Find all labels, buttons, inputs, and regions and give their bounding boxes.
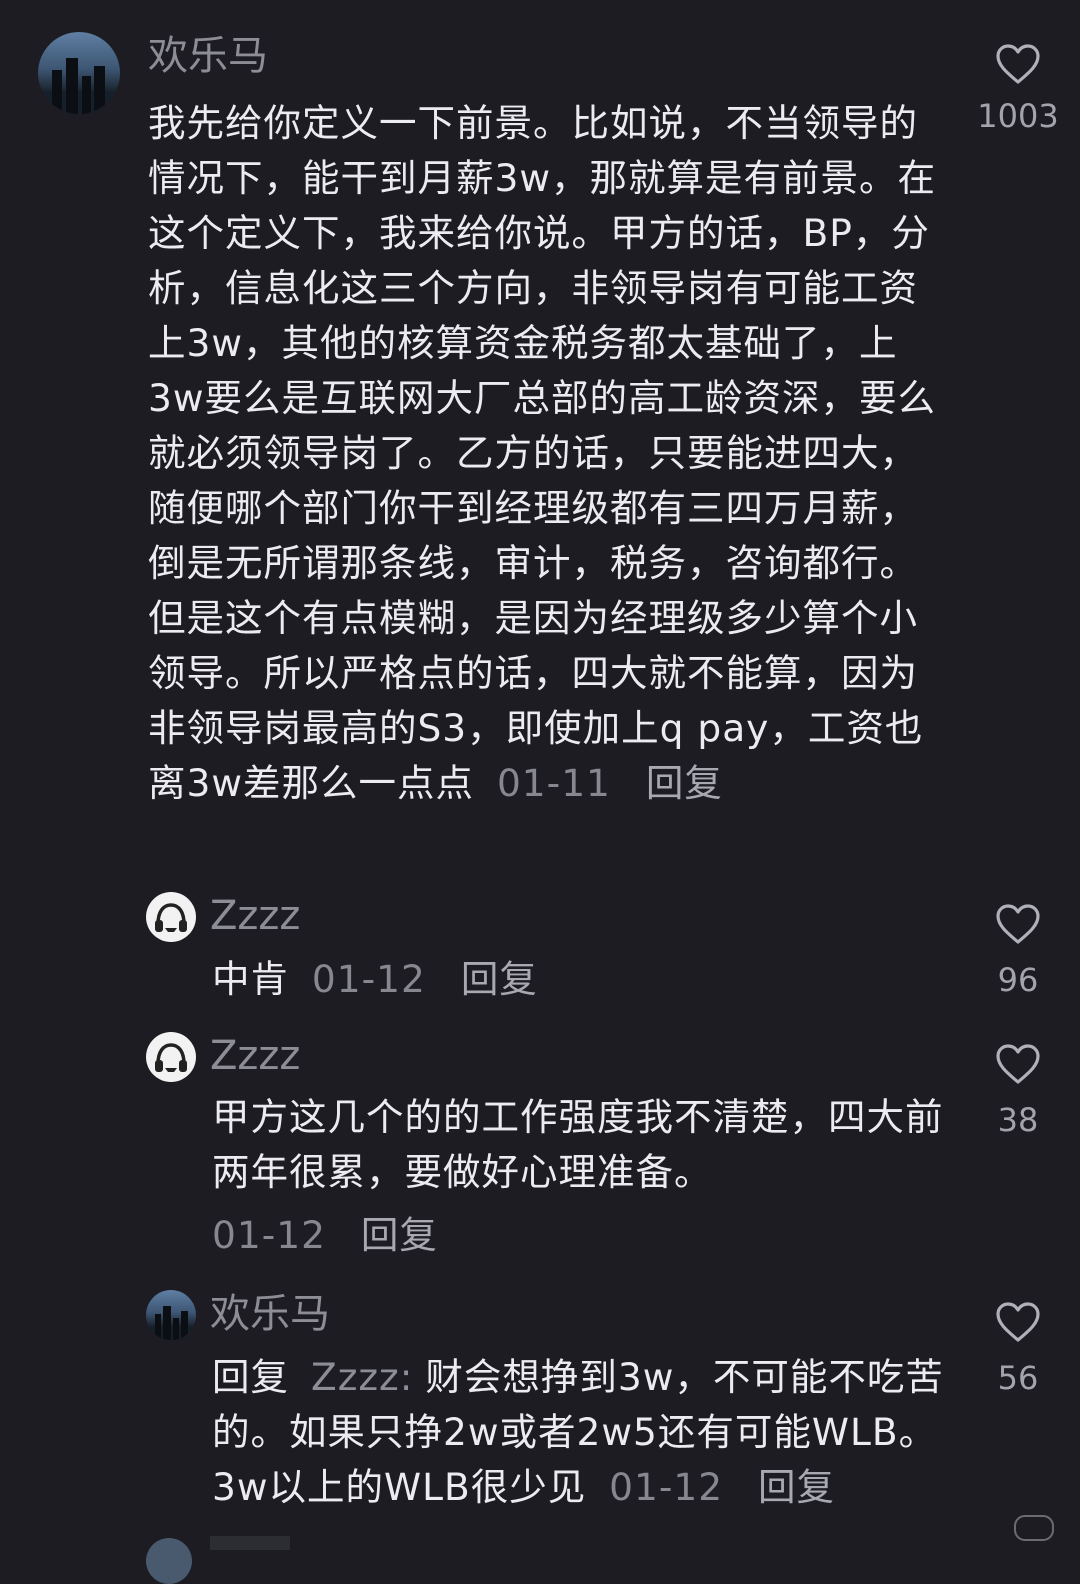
comment-date: 01-12 [311, 957, 426, 1001]
avatar-building [181, 1311, 188, 1340]
avatar[interactable] [146, 892, 196, 942]
avatar[interactable] [146, 1290, 196, 1340]
like-button[interactable]: 56 [973, 1300, 1063, 1398]
like-button[interactable]: 1003 [973, 42, 1063, 136]
avatar-building [82, 76, 91, 114]
avatar[interactable] [38, 32, 120, 114]
comment-date: 01-12 [212, 1213, 326, 1257]
reply-button[interactable]: 回复 [758, 1465, 835, 1509]
headphone-avatar-icon [155, 1043, 187, 1072]
headphone-avatar-icon [155, 903, 187, 932]
comment-text-block[interactable]: 回复 Zzzz: 财会想挣到3w，不可能不吃苦的。如果只挣2w或者2w5还有可能WL… [212, 1350, 952, 1515]
reply-button[interactable]: 回复 [461, 957, 538, 1001]
comment-author[interactable]: 欢乐马 [210, 1290, 330, 1338]
comment-author[interactable]: Zzzz [210, 892, 300, 940]
avatar-building [173, 1318, 179, 1340]
like-count: 1003 [977, 97, 1059, 135]
like-count: 56 [997, 1359, 1039, 1397]
comment-date: 01-12 [609, 1465, 724, 1509]
like-button[interactable]: 38 [973, 1042, 1063, 1140]
like-button[interactable]: 96 [973, 902, 1063, 1000]
comment-author[interactable]: Zzzz [210, 1032, 300, 1080]
watermark-icon [1014, 1515, 1054, 1541]
comment-meta-row: 01-12 回复 [212, 1208, 952, 1263]
comment-text: 中肯 [212, 957, 289, 1001]
comment-text: 我先给你定义一下前景。比如说，不当领导的情况下，能干到月薪3w，那就算是有前景。… [148, 101, 937, 805]
comment-author-placeholder [210, 1536, 290, 1550]
avatar-building [94, 66, 105, 114]
avatar-building [66, 58, 78, 114]
comment-text-block[interactable]: 我先给你定义一下前景。比如说，不当领导的情况下，能干到月薪3w，那就算是有前景。… [148, 96, 948, 811]
avatar[interactable] [146, 1032, 196, 1082]
avatar[interactable] [146, 1538, 192, 1584]
heart-icon [996, 1302, 1040, 1342]
reply-prefix: 回复 [212, 1355, 289, 1399]
comment-author[interactable]: 欢乐马 [148, 32, 268, 80]
reply-button[interactable]: 回复 [361, 1213, 438, 1257]
comment-text-block[interactable]: 甲方这几个的的工作强度我不清楚，四大前两年很累，要做好心理准备。 01-12 回… [212, 1090, 952, 1263]
comment-text-block[interactable]: 中肯 01-12 回复 [212, 952, 952, 1007]
avatar-building [155, 1314, 161, 1340]
heart-icon [996, 1044, 1040, 1084]
avatar-building [52, 70, 62, 114]
avatar-water [146, 1326, 196, 1340]
comment-text: 甲方这几个的的工作强度我不清楚，四大前两年很累，要做好心理准备。 [212, 1095, 944, 1194]
heart-icon [996, 904, 1040, 944]
reply-button[interactable]: 回复 [646, 761, 723, 805]
comment-date: 01-11 [496, 761, 611, 805]
avatar-water [38, 91, 120, 114]
avatar-building [163, 1306, 171, 1340]
like-count: 38 [997, 1101, 1039, 1139]
mention-link[interactable]: Zzzz: [311, 1355, 413, 1399]
heart-icon [996, 44, 1040, 84]
like-count: 96 [997, 961, 1039, 999]
